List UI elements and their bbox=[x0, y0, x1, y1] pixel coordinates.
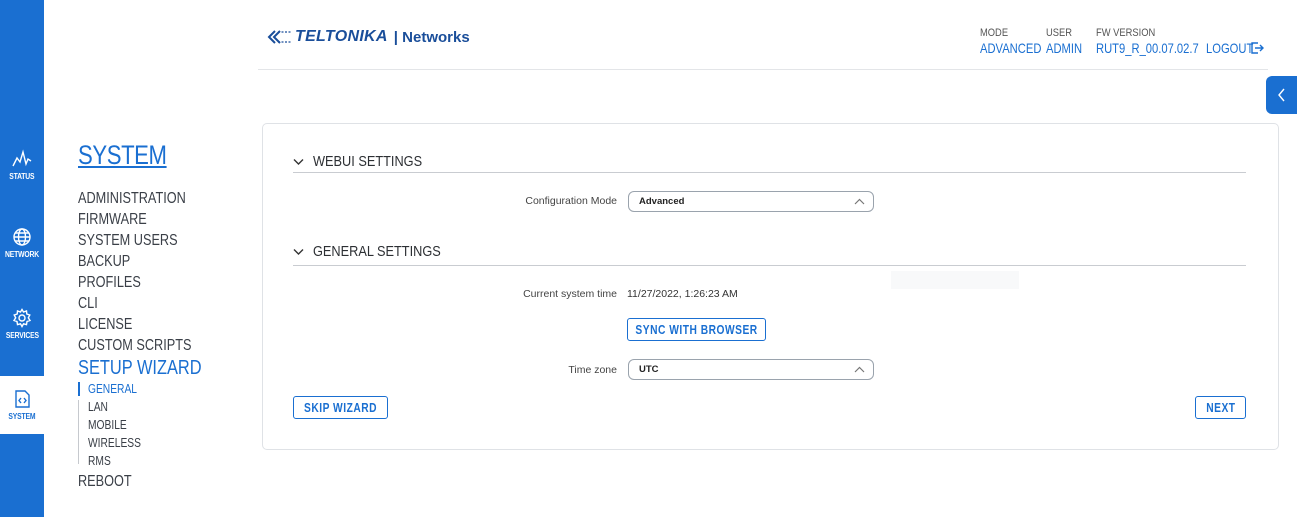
menu-item-firmware[interactable]: FIRMWARE bbox=[78, 209, 217, 230]
system-time-value: 11/27/2022, 1:26:23 AM bbox=[627, 288, 738, 300]
menu-item-custom-scripts[interactable]: CUSTOM SCRIPTS bbox=[78, 335, 217, 356]
wizard-steps: GENERAL LAN MOBILE WIRELESS RMS bbox=[78, 380, 248, 470]
globe-icon bbox=[13, 228, 31, 246]
brand-suffix: | Networks bbox=[393, 28, 470, 46]
wizard-step-rms[interactable]: RMS bbox=[88, 452, 219, 470]
sync-with-browser-button[interactable]: SYNC WITH BROWSER bbox=[627, 318, 766, 341]
gear-icon bbox=[12, 308, 32, 328]
sidebar-toggle-button[interactable] bbox=[1266, 76, 1297, 114]
teltonika-logo[interactable]: TELTONIKA | Networks bbox=[266, 28, 470, 46]
wizard-step-wireless[interactable]: WIRELESS bbox=[88, 434, 219, 452]
menu-item-backup[interactable]: BACKUP bbox=[78, 251, 217, 272]
menu-item-license[interactable]: LICENSE bbox=[78, 314, 217, 335]
user-label: USER bbox=[1046, 27, 1072, 39]
chevron-down-icon bbox=[293, 248, 304, 255]
wizard-step-mobile[interactable]: MOBILE bbox=[88, 416, 219, 434]
menu-title-system[interactable]: SYSTEM bbox=[78, 140, 217, 171]
code-file-icon bbox=[15, 390, 30, 408]
rail-label-status: STATUS bbox=[9, 172, 35, 181]
webui-settings-header[interactable]: WEBUI SETTINGS bbox=[293, 153, 441, 170]
status-icon bbox=[12, 149, 32, 167]
skip-button-label: SKIP WIZARD bbox=[303, 400, 377, 415]
rail-item-services[interactable]: SERVICES bbox=[0, 296, 44, 352]
menu-item-cli[interactable]: CLI bbox=[78, 293, 217, 314]
menu-item-setup-wizard[interactable]: SETUP WIZARD bbox=[78, 356, 217, 380]
rail-item-network[interactable]: NETWORK bbox=[0, 215, 44, 271]
system-menu: SYSTEM ADMINISTRATION FIRMWARE SYSTEM US… bbox=[78, 140, 248, 492]
brand-name: TELTONIKA bbox=[295, 28, 388, 45]
config-mode-label: Configuration Mode bbox=[525, 195, 617, 207]
steps-divider bbox=[78, 400, 79, 464]
menu-item-system-users[interactable]: SYSTEM USERS bbox=[78, 230, 217, 251]
rail-label-system: SYSTEM bbox=[8, 412, 36, 421]
active-step-indicator bbox=[78, 382, 80, 396]
menu-item-profiles[interactable]: PROFILES bbox=[78, 272, 217, 293]
user-info: USER ADMIN bbox=[1046, 27, 1091, 57]
wizard-step-general[interactable]: GENERAL bbox=[88, 380, 219, 398]
general-settings-header[interactable]: GENERAL SETTINGS bbox=[293, 243, 463, 260]
top-header: TELTONIKA | Networks MODE ADVANCED USER … bbox=[258, 0, 1268, 70]
chevron-up-icon bbox=[854, 198, 865, 205]
mode-value[interactable]: ADVANCED bbox=[980, 40, 1041, 57]
rail-label-network: NETWORK bbox=[5, 250, 39, 259]
menu-item-administration[interactable]: ADMINISTRATION bbox=[78, 188, 217, 209]
logo-mark-icon bbox=[267, 30, 291, 44]
wizard-step-lan[interactable]: LAN bbox=[88, 398, 219, 416]
menu-item-reboot[interactable]: REBOOT bbox=[78, 471, 217, 492]
general-settings-title: GENERAL SETTINGS bbox=[313, 243, 441, 260]
faded-tooltip bbox=[891, 271, 1019, 289]
fw-version-label: FW VERSION bbox=[1096, 27, 1156, 39]
webui-settings-title: WEBUI SETTINGS bbox=[313, 153, 423, 170]
skip-wizard-button[interactable]: SKIP WIZARD bbox=[293, 396, 388, 419]
fw-version-value[interactable]: RUT9_R_00.07.02.7 bbox=[1096, 40, 1199, 57]
sync-button-label: SYNC WITH BROWSER bbox=[635, 322, 758, 337]
timezone-value: UTC bbox=[639, 364, 659, 375]
section-divider bbox=[293, 265, 1246, 266]
chevron-up-icon bbox=[854, 366, 865, 373]
next-button[interactable]: NEXT bbox=[1195, 396, 1246, 419]
chevron-left-icon bbox=[1277, 88, 1285, 102]
rail-item-system[interactable]: SYSTEM bbox=[0, 376, 44, 434]
rail-label-services: SERVICES bbox=[5, 331, 39, 340]
logout-label: LOGOUT bbox=[1206, 40, 1254, 56]
timezone-select[interactable]: UTC bbox=[628, 359, 874, 380]
timezone-label: Time zone bbox=[568, 364, 617, 376]
config-mode-value: Advanced bbox=[639, 196, 685, 207]
logout-button[interactable]: LOGOUT bbox=[1206, 40, 1264, 56]
icon-rail: STATUS NETWORK SERVICES SYSTEM bbox=[0, 0, 44, 517]
config-mode-select[interactable]: Advanced bbox=[628, 191, 874, 212]
chevron-down-icon bbox=[293, 158, 304, 165]
system-time-label: Current system time bbox=[523, 288, 617, 300]
user-value[interactable]: ADMIN bbox=[1046, 40, 1082, 57]
setup-wizard-card: WEBUI SETTINGS Configuration Mode Advanc… bbox=[262, 123, 1279, 450]
section-divider bbox=[293, 172, 1246, 173]
rail-item-status[interactable]: STATUS bbox=[0, 137, 44, 193]
mode-label: MODE bbox=[980, 27, 1009, 39]
next-button-label: NEXT bbox=[1205, 400, 1236, 415]
